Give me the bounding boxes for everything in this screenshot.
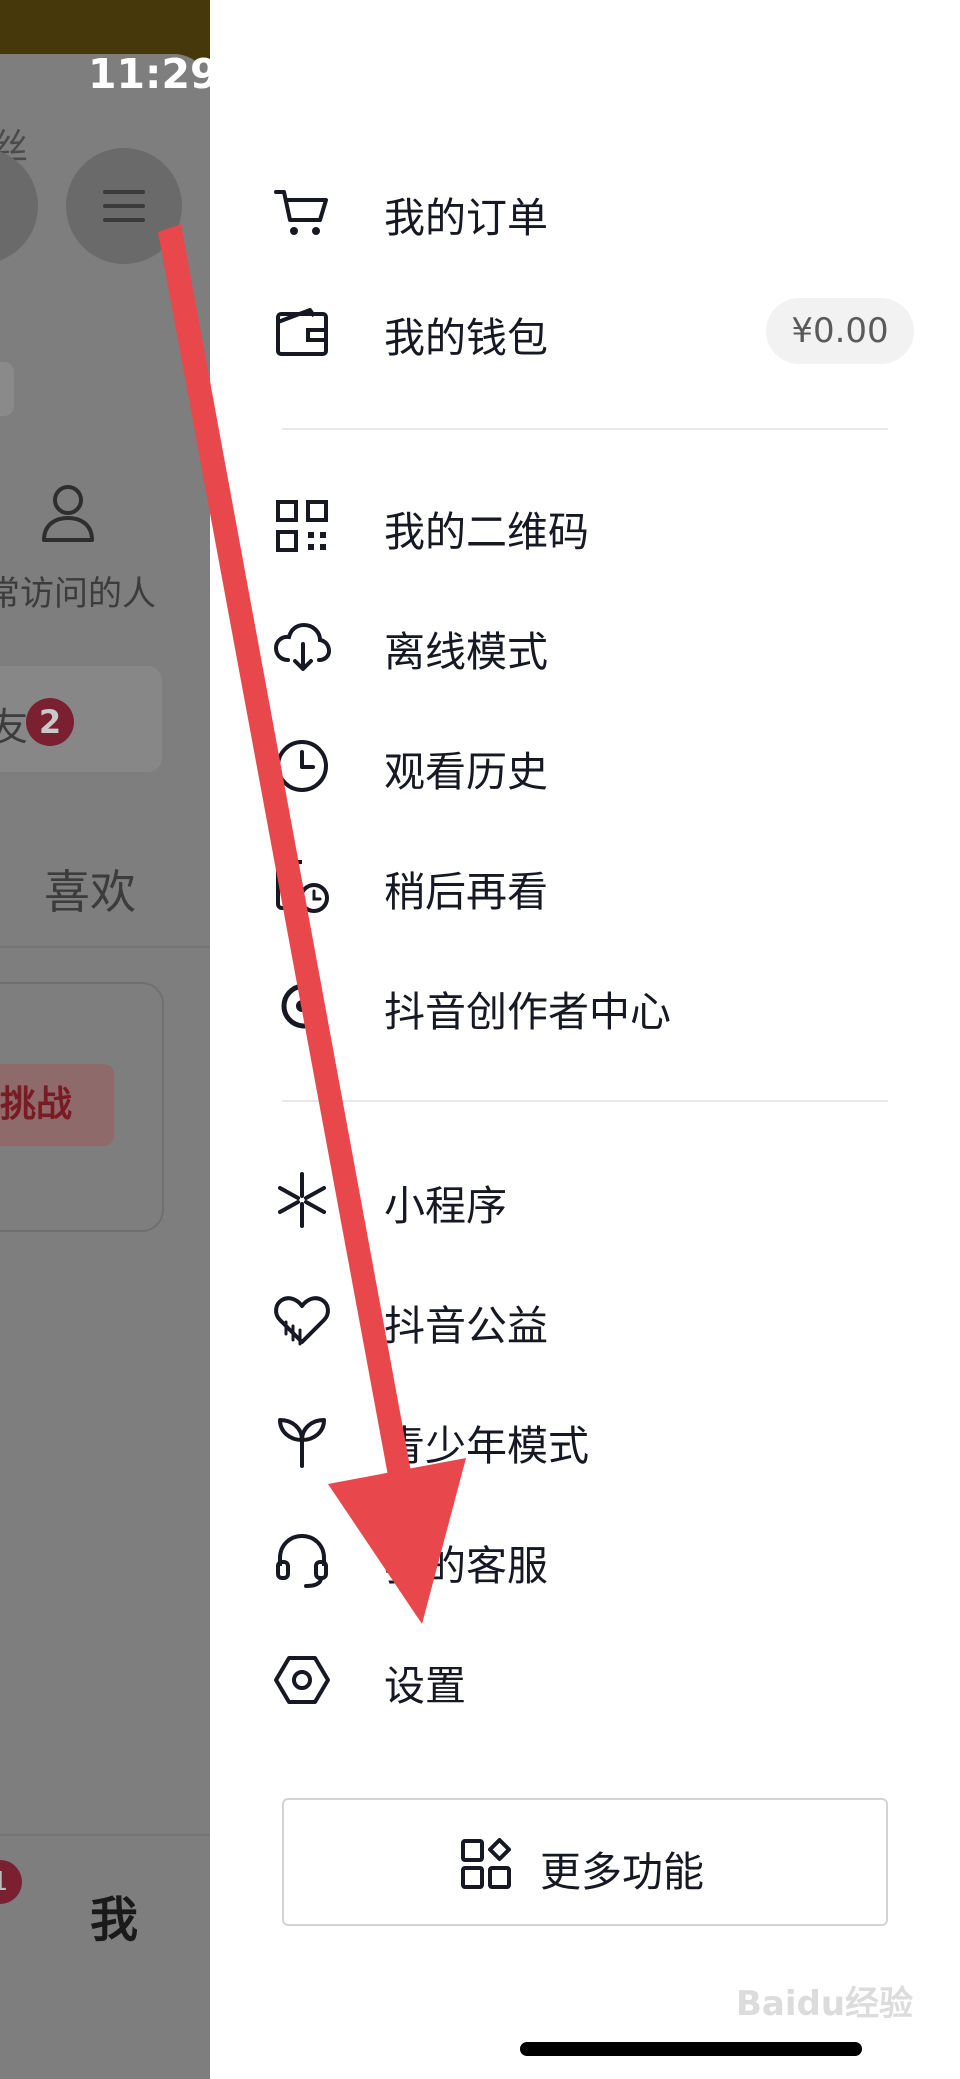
watermark: Baidu经验 <box>736 1984 914 2024</box>
friends-count-badge: 2 <box>26 698 74 746</box>
menu-item-label: 抖音创作者中心 <box>384 988 671 1036</box>
home-indicator[interactable] <box>520 2042 862 2056</box>
wallet-balance-pill[interactable]: ¥0.00 <box>766 298 914 364</box>
menu-bar-icon <box>103 190 145 194</box>
wallet-icon <box>272 302 332 362</box>
menu-item-label: 我的客服 <box>384 1542 548 1590</box>
menu-item-watch-history[interactable]: 观看历史 <box>272 718 912 814</box>
menu-item-label: 我的订单 <box>384 194 548 242</box>
side-drawer-menu: 我的订单 我的钱包 ¥0.00 我的二维码 离线模式 观看历史 稍后再看 抖音创… <box>210 0 960 2079</box>
menu-button[interactable] <box>66 148 182 264</box>
friends-card-label: 友 <box>0 705 29 749</box>
menu-bar-icon <box>103 218 145 222</box>
tab-divider <box>0 946 210 948</box>
menu-item-label: 小程序 <box>384 1182 507 1230</box>
menu-item-label: 稍后再看 <box>384 868 548 916</box>
bottom-nav-divider <box>0 1834 210 1836</box>
menu-bar-icon <box>103 204 145 208</box>
menu-item-customer-service[interactable]: 我的客服 <box>272 1512 912 1608</box>
menu-item-label: 观看历史 <box>384 748 548 796</box>
headset-icon <box>272 1530 332 1590</box>
profile-chip <box>0 362 14 416</box>
mini-program-icon <box>272 1170 332 1230</box>
tab-likes[interactable]: 喜欢 <box>44 856 136 922</box>
more-features-button[interactable]: 更多功能 <box>282 1798 888 1926</box>
menu-item-label: 我的二维码 <box>384 508 589 556</box>
watch-later-icon <box>272 856 332 916</box>
tab-me[interactable]: 我 <box>90 1880 138 1950</box>
menu-item-mini-programs[interactable]: 小程序 <box>272 1152 912 1248</box>
settings-hexagon-icon <box>272 1650 332 1710</box>
menu-item-creator-center[interactable]: 抖音创作者中心 <box>272 958 912 1054</box>
menu-item-label: 抖音公益 <box>384 1302 548 1350</box>
qr-code-icon <box>272 496 332 556</box>
background-profile-page: 丝 常访问的人 友 2 喜欢 挑战 1 我 11:29 <box>0 0 210 2079</box>
menu-item-label: 青少年模式 <box>384 1422 589 1470</box>
menu-item-offline-mode[interactable]: 离线模式 <box>272 598 912 694</box>
menu-item-watch-later[interactable]: 稍后再看 <box>272 838 912 934</box>
menu-item-charity[interactable]: 抖音公益 <box>272 1272 912 1368</box>
cart-icon <box>272 182 332 242</box>
grid-apps-icon <box>460 1838 512 1890</box>
menu-item-teen-mode[interactable]: 青少年模式 <box>272 1392 912 1488</box>
menu-item-settings[interactable]: 设置 <box>272 1632 912 1728</box>
charity-heart-icon <box>272 1290 332 1350</box>
status-time: 11:29 <box>88 50 210 98</box>
menu-item-label: 离线模式 <box>384 628 548 676</box>
menu-item-label: 设置 <box>384 1662 466 1710</box>
cloud-download-icon <box>272 616 332 676</box>
creator-center-icon <box>272 976 332 1036</box>
person-icon <box>36 480 100 544</box>
menu-item-label: 我的钱包 <box>384 314 548 362</box>
recent-visitors-label[interactable]: 常访问的人 <box>0 566 156 615</box>
menu-item-my-qr-code[interactable]: 我的二维码 <box>272 478 912 574</box>
more-features-label: 更多功能 <box>540 1848 704 1896</box>
section-divider <box>282 1100 888 1102</box>
menu-item-my-orders[interactable]: 我的订单 <box>272 164 912 260</box>
challenge-button[interactable]: 挑战 <box>0 1064 114 1146</box>
clock-icon <box>272 736 332 796</box>
section-divider <box>282 428 888 430</box>
sprout-icon <box>272 1410 332 1470</box>
